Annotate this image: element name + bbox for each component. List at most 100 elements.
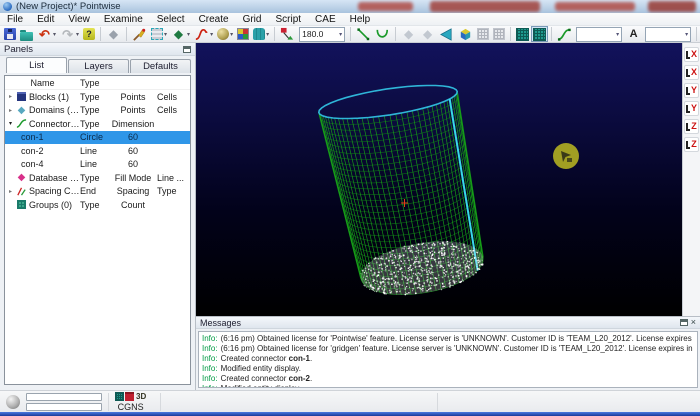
menu-script[interactable]: Script bbox=[268, 13, 308, 26]
cae-solver-label: CGNS bbox=[118, 402, 144, 412]
entity-tree[interactable]: Name Type ▸Blocks (1)TypePointsCells▸◆Do… bbox=[4, 75, 191, 385]
extrude-icon[interactable] bbox=[437, 26, 456, 42]
view-plus-z-icon[interactable]: Z bbox=[684, 119, 699, 134]
float-panel-icon[interactable] bbox=[183, 46, 191, 53]
entity-name: Database (0) bbox=[29, 173, 80, 183]
messages-body[interactable]: Info:(6:16 pm) Obtained license for 'Poi… bbox=[198, 331, 698, 388]
pointwise-window: (New Project)* Pointwise FileEditViewExa… bbox=[0, 0, 700, 416]
rotation-angle-combo[interactable]: 180.0▾ bbox=[299, 27, 345, 42]
menu-view[interactable]: View bbox=[61, 13, 97, 26]
tree-header-row: Name Type bbox=[5, 76, 190, 90]
close-messages-icon[interactable]: × bbox=[691, 319, 696, 326]
create-curve-icon[interactable]: ▾ bbox=[192, 26, 215, 42]
message-line: Info:(6:16 pm) Obtained license for 'gri… bbox=[202, 344, 694, 354]
status-field-2[interactable] bbox=[26, 403, 102, 411]
undo-icon[interactable]: ↶▾ bbox=[35, 26, 58, 42]
view-plus-x-icon[interactable]: X bbox=[684, 47, 699, 62]
panels-title: Panels bbox=[4, 44, 33, 55]
column-type: Type bbox=[80, 78, 110, 88]
domains-icon: ◆ bbox=[16, 105, 27, 116]
app-icon bbox=[3, 2, 12, 11]
unstructured-grid-icon[interactable] bbox=[531, 26, 548, 42]
message-line: Info:(6:16 pm) Obtained license for 'Poi… bbox=[202, 334, 694, 344]
help-icon[interactable]: ? bbox=[81, 26, 97, 42]
panels-dock: Panels ListLayersDefaults Name Type ▸Blo… bbox=[0, 43, 196, 390]
sphere-tool-icon[interactable]: ▾ bbox=[215, 26, 235, 42]
toolbar: ↶▾↷▾?◆▾◆▾▾▾▾180.0▾◆◆▾A▾»» bbox=[0, 26, 700, 43]
expander-icon[interactable]: ▸ bbox=[7, 107, 14, 114]
column-name: Name bbox=[5, 78, 80, 88]
tree-row-con-4[interactable]: con-4Line60 bbox=[5, 158, 190, 172]
view-minus-x-icon[interactable]: X bbox=[684, 65, 699, 80]
titlebar-artifact bbox=[358, 2, 413, 11]
expander-icon[interactable]: ▸ bbox=[7, 188, 14, 195]
save-icon[interactable] bbox=[2, 26, 18, 42]
solve-unstructured-icon[interactable] bbox=[491, 26, 507, 42]
messages-title: Messages bbox=[200, 318, 241, 328]
view-plus-y-icon[interactable]: Y bbox=[684, 83, 699, 98]
paintbrush-icon[interactable] bbox=[130, 26, 149, 42]
expander-icon[interactable]: ▸ bbox=[7, 93, 14, 100]
status-field-1[interactable] bbox=[26, 393, 102, 401]
structured-grid-icon[interactable] bbox=[514, 26, 531, 42]
menu-cae[interactable]: CAE bbox=[308, 13, 343, 26]
expander-icon[interactable]: ▾ bbox=[7, 120, 14, 127]
circle-curve-icon[interactable] bbox=[373, 26, 392, 42]
redo-icon[interactable]: ↷▾ bbox=[58, 26, 81, 42]
menu-help[interactable]: Help bbox=[343, 13, 378, 26]
entity-name: con-2 bbox=[21, 146, 44, 156]
dimension-label: 3D bbox=[136, 392, 146, 401]
tree-row-database-0[interactable]: ◆Database (0)TypeFill ModeLine ... bbox=[5, 171, 190, 185]
create-diamond-icon[interactable]: ◆▾ bbox=[169, 26, 192, 42]
glove-icon[interactable]: ▾ bbox=[251, 26, 271, 42]
tree-row-connectors-1-3[interactable]: ▾Connectors (1/3)TypeDimension bbox=[5, 117, 190, 131]
solve-structured-icon[interactable] bbox=[475, 26, 491, 42]
structured-domain-icon[interactable]: ◆ bbox=[399, 26, 418, 42]
open-icon[interactable] bbox=[18, 26, 35, 42]
tab-layers[interactable]: Layers bbox=[68, 59, 129, 73]
menu-edit[interactable]: Edit bbox=[30, 13, 61, 26]
tree-row-con-1[interactable]: con-1Circle60 bbox=[5, 131, 190, 145]
tree-row-spacing-constrai[interactable]: ▸Spacing Constrai...EndSpacingType bbox=[5, 185, 190, 199]
two-point-curve-icon[interactable] bbox=[354, 26, 373, 42]
menu-file[interactable]: File bbox=[0, 13, 30, 26]
tree-row-con-2[interactable]: con-2Line60 bbox=[5, 144, 190, 158]
entity-name: Groups (0) bbox=[29, 200, 72, 210]
dimension-combo[interactable]: ▾ bbox=[576, 27, 622, 42]
conn-icon bbox=[16, 118, 27, 129]
message-line: Info:Modified entity display. bbox=[202, 384, 694, 388]
tab-defaults[interactable]: Defaults bbox=[130, 59, 191, 73]
rotate-view-icon[interactable] bbox=[278, 26, 297, 42]
display-viewport[interactable] bbox=[196, 43, 682, 316]
examine-cube-icon[interactable]: ▾ bbox=[149, 26, 169, 42]
panels-tabs: ListLayersDefaults bbox=[0, 56, 195, 73]
dimension-connector-icon[interactable] bbox=[555, 26, 574, 42]
view-minus-y-icon[interactable]: Y bbox=[684, 101, 699, 116]
tree-row-blocks-1[interactable]: ▸Blocks (1)TypePointsCells bbox=[5, 90, 190, 104]
tab-list[interactable]: List bbox=[6, 57, 67, 73]
title-bar[interactable]: (New Project)* Pointwise bbox=[0, 0, 700, 13]
menu-select[interactable]: Select bbox=[150, 13, 192, 26]
block-icon[interactable] bbox=[456, 26, 475, 42]
unstructured-domain-icon[interactable]: ◆ bbox=[418, 26, 437, 42]
entity-name: Spacing Constrai... bbox=[29, 186, 80, 196]
tree-row-domains-1-3[interactable]: ▸◆Domains (1/3)TypePointsCells bbox=[5, 104, 190, 118]
grid-mini-icon bbox=[115, 392, 124, 401]
display-attributes-icon[interactable] bbox=[235, 26, 251, 42]
view-axis-toolbar: XXYYZZ bbox=[682, 43, 700, 316]
select-diamond-icon[interactable]: ◆ bbox=[104, 26, 123, 42]
float-messages-icon[interactable] bbox=[680, 319, 688, 326]
trackball-icon bbox=[6, 395, 20, 409]
titlebar-artifact bbox=[555, 2, 635, 11]
messages-dock: Messages × Info:(6:16 pm) Obtained licen… bbox=[196, 316, 700, 390]
spacing-text-icon[interactable]: A bbox=[624, 26, 643, 42]
tree-row-groups-0[interactable]: Groups (0)TypeCount bbox=[5, 198, 190, 212]
menu-examine[interactable]: Examine bbox=[97, 13, 150, 26]
menu-grid[interactable]: Grid bbox=[236, 13, 269, 26]
entity-name: con-1 bbox=[21, 132, 44, 142]
view-minus-z-icon[interactable]: Z bbox=[684, 137, 699, 152]
entity-name: Connectors (1/3) bbox=[29, 119, 80, 129]
cae-solver-cell[interactable]: 3D CGNS bbox=[115, 392, 146, 412]
spacing-combo[interactable]: ▾ bbox=[645, 27, 691, 42]
menu-create[interactable]: Create bbox=[192, 13, 236, 26]
